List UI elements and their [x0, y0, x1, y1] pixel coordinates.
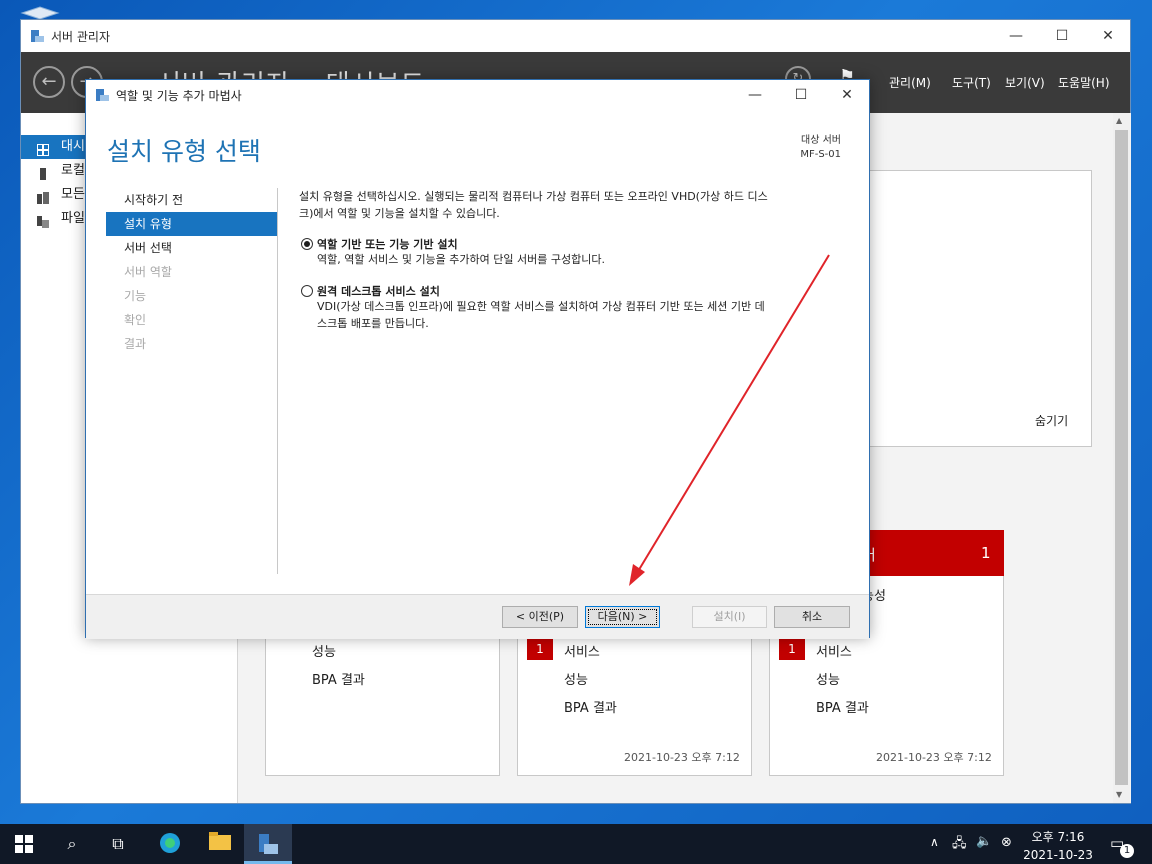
clock-date: 2021-10-23: [1023, 848, 1093, 862]
clock-time: 오후 7:16: [1031, 830, 1085, 844]
taskbar: ⌕ ⧉ ∧ 🖧 🔈 ⊗ 오후 7:16 2021-10-23 ▭ 1: [0, 824, 1152, 864]
file-explorer-icon[interactable]: [208, 832, 232, 856]
clock[interactable]: 오후 7:16 2021-10-23: [1022, 828, 1094, 862]
status-error-icon[interactable]: ⊗: [1001, 835, 1012, 850]
edge-browser-icon[interactable]: [158, 832, 182, 856]
show-hidden-icons-icon[interactable]: ∧: [930, 835, 939, 849]
start-windows-icon[interactable]: [12, 832, 36, 856]
annotation-arrow: [629, 254, 830, 586]
notification-count-badge: 1: [1120, 844, 1134, 858]
server-manager-taskbar-button[interactable]: [244, 824, 292, 864]
task-view-icon[interactable]: ⧉: [106, 832, 130, 856]
network-icon[interactable]: 🖧: [952, 834, 967, 856]
search-icon[interactable]: ⌕: [60, 832, 84, 856]
volume-muted-icon[interactable]: 🔈: [976, 834, 992, 849]
